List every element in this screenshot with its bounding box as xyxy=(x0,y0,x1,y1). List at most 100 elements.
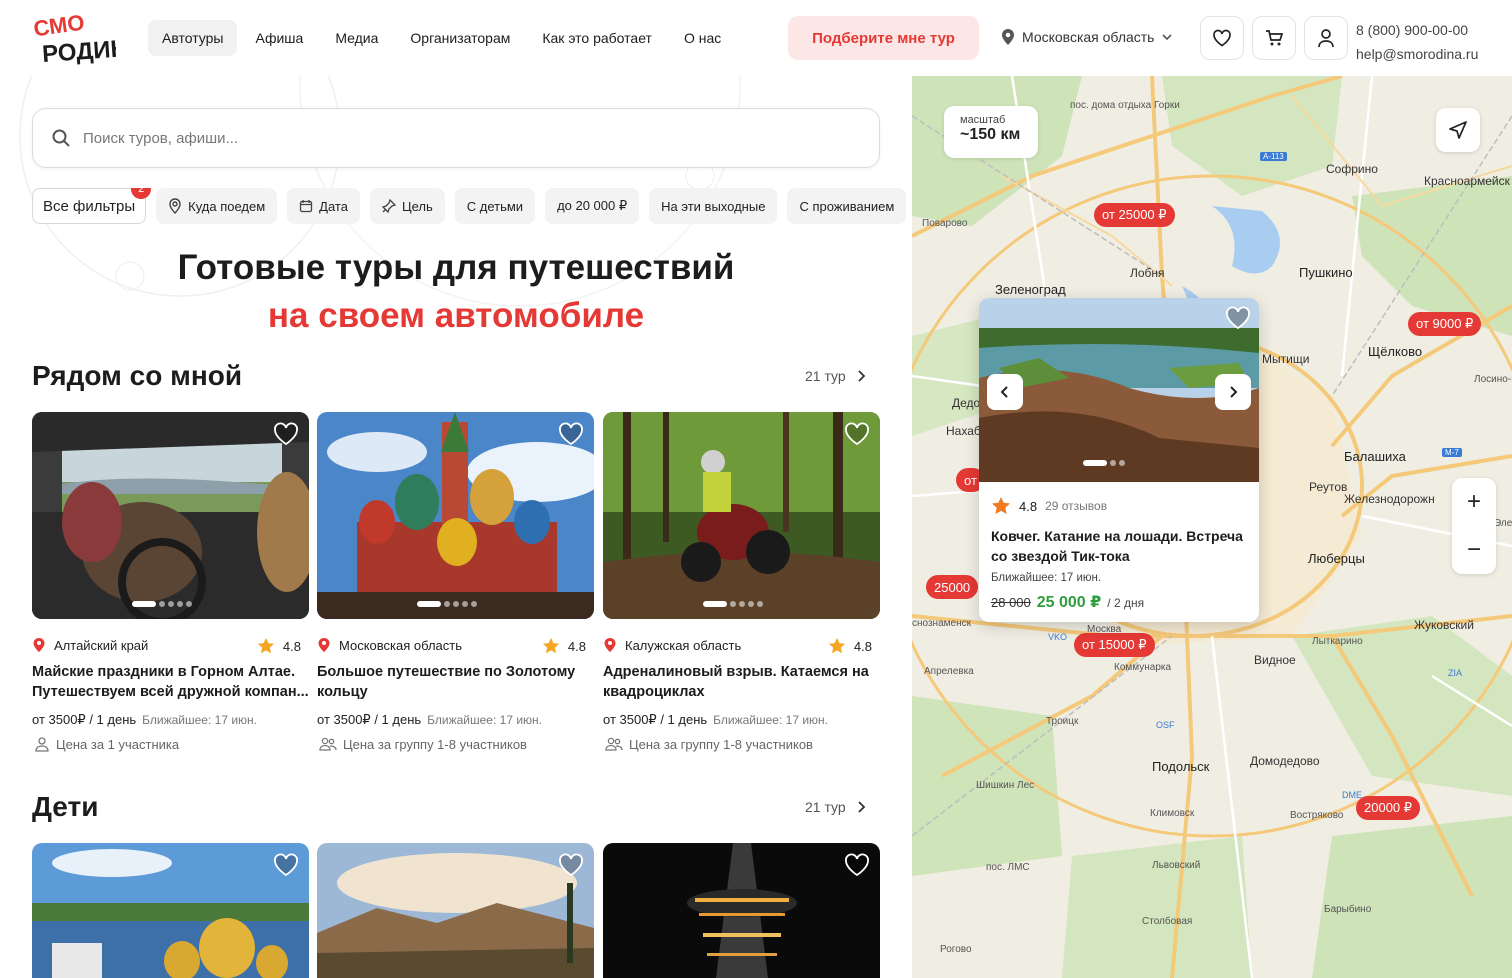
tour-card[interactable] xyxy=(32,843,309,978)
popup-rating: 4.8 29 отзывов xyxy=(991,496,1251,516)
map-place-pushkino: Пушкино xyxy=(1299,265,1353,280)
map-price-tag[interactable]: 20000 ₽ xyxy=(1356,796,1421,820)
tour-card[interactable]: Калужская область 4.8 Адреналиновый взры… xyxy=(603,412,880,752)
star-icon xyxy=(992,497,1010,514)
tour-title[interactable]: Большое путешествие по Золотому кольцу xyxy=(317,662,594,702)
favorite-heart-icon[interactable] xyxy=(1225,306,1251,330)
map-place-vidnoe: Видное xyxy=(1254,653,1296,667)
favorite-heart-icon[interactable] xyxy=(273,422,299,446)
map-price-tag[interactable]: от 25000 ₽ xyxy=(1094,203,1175,227)
section-title-nearby: Рядом со мной xyxy=(32,360,243,391)
airport-vko: VKO xyxy=(1048,632,1068,642)
map-place-lytkarino: Лыткарино xyxy=(1312,636,1363,647)
favorite-heart-icon[interactable] xyxy=(558,853,584,877)
pick-tour-button[interactable]: Подберите мне тур xyxy=(788,16,979,60)
tour-card-image[interactable] xyxy=(603,843,880,978)
section-count-kids[interactable]: 21 тур xyxy=(805,799,866,815)
tour-card[interactable] xyxy=(603,843,880,978)
zoom-out-button[interactable]: − xyxy=(1452,526,1496,574)
star-icon xyxy=(828,637,846,654)
map-place-krasnoznamensk: снознаменск xyxy=(912,618,971,629)
map-place-mytischi: Мытищи xyxy=(1262,352,1310,366)
tour-rating: 4.8 xyxy=(542,637,586,655)
tour-card[interactable]: Московская область 4.8 Большое путешеств… xyxy=(317,412,594,752)
nearest-date: Ближайшее: 17 июн. xyxy=(142,713,257,727)
search-input[interactable] xyxy=(83,129,783,147)
tour-card-image[interactable] xyxy=(317,843,594,978)
map-scale: масштаб ~150 км xyxy=(944,106,1038,158)
header: СМО РОДИНА Автотуры Афиша Медиа Организа… xyxy=(0,0,1512,76)
tour-title[interactable]: Майские праздники в Горном Алтае. Путеше… xyxy=(32,662,309,702)
map-place-stolbovaya: Столбовая xyxy=(1142,916,1193,927)
nav-afisha[interactable]: Афиша xyxy=(241,20,317,56)
chevron-right-icon xyxy=(1230,386,1238,398)
map-price-tag[interactable]: от 9000 ₽ xyxy=(1408,312,1482,336)
profile-button[interactable] xyxy=(1304,16,1348,60)
chip-destination[interactable]: Куда поедем xyxy=(156,188,278,224)
chip-price[interactable]: до 20 000 ₽ xyxy=(545,188,640,224)
map-place-kommunarka: Коммунарка xyxy=(1114,662,1172,673)
nav-media[interactable]: Медиа xyxy=(321,20,392,56)
meta-label: Цена за 1 участника xyxy=(56,736,180,752)
cart-icon xyxy=(1266,30,1284,46)
tour-card-image[interactable] xyxy=(603,412,880,619)
chip-weekend[interactable]: На эти выходные xyxy=(649,188,778,224)
locate-me-button[interactable] xyxy=(1436,108,1480,152)
chip-with-kids[interactable]: С детьми xyxy=(454,188,536,224)
favorite-heart-icon[interactable] xyxy=(558,422,584,446)
smorodina-logo[interactable]: СМО РОДИНА xyxy=(32,10,116,66)
tours-map[interactable]: пос. дома отдыха Горки Софрино Красноарм… xyxy=(912,76,1512,978)
map-place-podolsk: Подольск xyxy=(1152,759,1210,774)
popup-next-button[interactable] xyxy=(1215,374,1251,410)
popup-body: 4.8 29 отзывов Ковчег. Катание на лошади… xyxy=(991,496,1251,612)
carousel-dots xyxy=(132,601,192,607)
chip-accommodation[interactable]: С проживанием xyxy=(787,188,907,224)
email-link[interactable]: help@smorodina.ru xyxy=(1356,42,1478,66)
tour-card-image[interactable] xyxy=(32,843,309,978)
airport-osf: OSF xyxy=(1156,720,1175,730)
section-count-nearby[interactable]: 21 тур xyxy=(805,368,866,384)
favorites-button[interactable] xyxy=(1200,16,1244,60)
popup-title[interactable]: Ковчег. Катание на лошади. Встреча со зв… xyxy=(991,526,1251,566)
popup-reviews[interactable]: 29 отзывов xyxy=(1045,499,1107,513)
map-price-tag[interactable]: от 15000 ₽ xyxy=(1074,633,1155,657)
all-filters-button[interactable]: Все фильтры 2 xyxy=(32,188,152,224)
phone-link[interactable]: 8 (800) 900-00-00 xyxy=(1356,18,1478,42)
nav-about[interactable]: О нас xyxy=(670,20,735,56)
zoom-in-button[interactable]: + xyxy=(1452,478,1496,526)
tour-card[interactable]: Алтайский край 4.8 Майские праздники в Г… xyxy=(32,412,309,752)
mountain-valley-photo xyxy=(317,843,594,978)
tour-title[interactable]: Адреналиновый взрыв. Катаемся на квадроц… xyxy=(603,662,880,702)
chevron-down-icon xyxy=(1162,34,1173,41)
tour-card-image[interactable] xyxy=(32,412,309,619)
chip-goal[interactable]: Цель xyxy=(369,188,445,224)
popup-image[interactable] xyxy=(979,298,1259,482)
favorite-heart-icon[interactable] xyxy=(844,422,870,446)
map-place-rogovo: Рогово xyxy=(940,944,972,955)
tour-location: Калужская область 4.8 xyxy=(603,637,880,654)
popup-nearest-date: Ближайшее: 17 июн. xyxy=(991,572,1102,584)
nav-autotours[interactable]: Автотуры xyxy=(148,20,238,56)
tour-meta: Цена за группу 1-8 участников xyxy=(605,736,813,752)
favorite-heart-icon[interactable] xyxy=(844,853,870,877)
meta-label: Цена за группу 1-8 участников xyxy=(343,736,527,752)
map-place-sofrino: Софрино xyxy=(1326,162,1378,176)
popup-prev-button[interactable] xyxy=(987,374,1023,410)
chip-date[interactable]: Дата xyxy=(287,188,360,224)
cart-button[interactable] xyxy=(1252,16,1296,60)
chip-destination-label: Куда поедем xyxy=(188,198,266,214)
star-icon xyxy=(257,637,275,654)
nav-organizers[interactable]: Организаторам xyxy=(396,20,524,56)
tour-card-image[interactable] xyxy=(317,412,594,619)
chevron-right-icon xyxy=(858,370,865,382)
tour-card[interactable] xyxy=(317,843,594,978)
carousel-dots xyxy=(703,601,763,607)
map-tour-popup[interactable]: 4.8 29 отзывов Ковчег. Катание на лошади… xyxy=(979,298,1259,622)
red-pin-icon xyxy=(604,638,616,652)
region-selector[interactable]: Московская область xyxy=(1000,28,1174,46)
favorite-heart-icon[interactable] xyxy=(273,853,299,877)
map-price-tag[interactable]: 25000 xyxy=(926,575,979,599)
page: СМО РОДИНА Автотуры Афиша Медиа Организа… xyxy=(0,0,1512,978)
map-place-lyubertsy: Люберцы xyxy=(1308,551,1365,566)
nav-how-it-works[interactable]: Как это работает xyxy=(528,20,666,56)
